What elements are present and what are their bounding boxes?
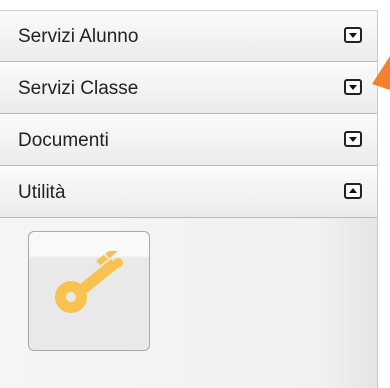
collapse-arrow-icon[interactable] [344, 183, 362, 199]
expand-arrow-icon[interactable] [344, 79, 362, 95]
key-icon [55, 251, 123, 313]
section-utilita[interactable]: Utilità [0, 166, 377, 218]
section-label: Utilità [18, 182, 66, 203]
section-label: Servizi Alunno [18, 26, 139, 47]
section-label: Servizi Classe [18, 78, 139, 99]
expand-arrow-icon[interactable] [344, 131, 362, 147]
pointer-cursor-icon [372, 56, 390, 90]
sidebar-accordion: Servizi Alunno Servizi Classe Documenti … [0, 10, 378, 388]
section-servizi-classe[interactable]: Servizi Classe [0, 62, 377, 114]
key-tile-button[interactable] [28, 231, 150, 351]
section-documenti[interactable]: Documenti [0, 114, 377, 166]
utilita-content [0, 218, 377, 388]
section-servizi-alunno[interactable]: Servizi Alunno [0, 10, 377, 62]
expand-arrow-icon[interactable] [344, 27, 362, 43]
section-label: Documenti [18, 130, 109, 151]
